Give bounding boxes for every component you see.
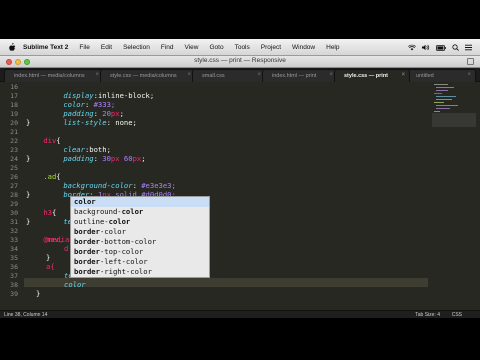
- code-line: }: [46, 253, 51, 262]
- line-number-gutter: 16 17 18 19 20 21 22 23 24 25 26 27 28 2…: [0, 82, 24, 310]
- status-bar: Line 38, Column 14 Tab Size: 4 CSS: [0, 310, 480, 318]
- code-line: }: [26, 190, 31, 199]
- tab-label: style.css — media/columns: [110, 73, 177, 79]
- line-number: 35: [10, 254, 18, 262]
- line-number: 30: [10, 209, 18, 217]
- menu-help[interactable]: Help: [326, 44, 339, 51]
- close-tab-icon[interactable]: ×: [187, 72, 191, 78]
- tab-bar: index.html — media/columns × style.css — …: [0, 68, 480, 82]
- line-number: 36: [10, 263, 18, 271]
- autocomplete-item[interactable]: border-bottom-color: [71, 237, 209, 247]
- line-number: 18: [10, 101, 18, 109]
- line-number: 20: [10, 119, 18, 127]
- css-property: list-style: [63, 118, 107, 127]
- tab-index-html-columns[interactable]: index.html — media/columns ×: [4, 69, 104, 82]
- tab-label: small.css: [202, 73, 225, 79]
- tab-index-html-print[interactable]: index.html — print ×: [262, 69, 338, 82]
- line-number: 28: [10, 191, 18, 199]
- code-line: }: [36, 289, 41, 298]
- menu-tools[interactable]: Tools: [235, 44, 250, 51]
- tab-style-css-print[interactable]: style.css — print ×: [334, 69, 410, 82]
- line-number: 27: [10, 182, 18, 190]
- line-number: 29: [10, 200, 18, 208]
- autocomplete-item[interactable]: border-left-color: [71, 257, 209, 267]
- line-number: 19: [10, 110, 18, 118]
- code-line: a{: [46, 262, 55, 271]
- minimap[interactable]: [432, 82, 476, 142]
- menu-extras: [408, 39, 472, 56]
- css-value: none;: [115, 118, 137, 127]
- tab-label: index.html — print: [272, 73, 317, 79]
- autocomplete-item[interactable]: color: [71, 197, 209, 207]
- video-letterbox-top: [0, 0, 480, 39]
- volume-icon[interactable]: [422, 44, 430, 51]
- line-number: 21: [10, 128, 18, 136]
- line-number: 16: [10, 83, 18, 91]
- line-number: 34: [10, 245, 18, 253]
- mac-menu-bar: Sublime Text 2 File Edit Selection Find …: [0, 39, 480, 56]
- window-titlebar: style.css — print — Responsive: [0, 56, 480, 68]
- menu-goto[interactable]: Goto: [209, 44, 223, 51]
- apple-logo-icon[interactable]: [8, 43, 16, 51]
- menu-file[interactable]: File: [79, 44, 89, 51]
- menu-window[interactable]: Window: [292, 44, 315, 51]
- code-line-current: color: [64, 280, 86, 289]
- line-number: 24: [10, 155, 18, 163]
- list-icon[interactable]: [465, 44, 472, 51]
- close-tab-icon[interactable]: ×: [95, 72, 99, 78]
- close-tab-icon[interactable]: ×: [467, 72, 471, 78]
- line-number: 37: [10, 272, 18, 280]
- tab-label: style.css — print: [344, 73, 389, 79]
- menu-edit[interactable]: Edit: [101, 44, 112, 51]
- menu-selection[interactable]: Selection: [123, 44, 150, 51]
- menu-view[interactable]: View: [185, 44, 199, 51]
- app-menu[interactable]: Sublime Text 2: [23, 44, 68, 51]
- line-number: 23: [10, 146, 18, 154]
- line-number: 22: [10, 137, 18, 145]
- battery-icon[interactable]: [436, 44, 446, 51]
- autocomplete-item[interactable]: outline-color: [71, 217, 209, 227]
- wifi-icon[interactable]: [408, 44, 416, 51]
- code-line: padding: 30px 60px;: [63, 154, 146, 163]
- code-line: }: [26, 118, 31, 127]
- line-number: 33: [10, 236, 18, 244]
- fullscreen-button[interactable]: [467, 58, 474, 65]
- tab-label: index.html — media/columns: [14, 73, 85, 79]
- line-number: 17: [10, 92, 18, 100]
- window-title: style.css — print — Responsive: [194, 57, 286, 64]
- tab-style-css-columns[interactable]: style.css — media/columns ×: [100, 69, 196, 82]
- autocomplete-popup[interactable]: color background-color outline-color bor…: [70, 196, 210, 278]
- line-number: 32: [10, 227, 18, 235]
- line-number: 39: [10, 290, 18, 298]
- close-tab-icon[interactable]: ×: [329, 72, 333, 78]
- line-number: 38: [10, 281, 18, 289]
- css-property: padding: [63, 154, 94, 163]
- code-line: nav,: [46, 235, 64, 244]
- tab-small-css[interactable]: small.css ×: [192, 69, 266, 82]
- autocomplete-item[interactable]: border-right-color: [71, 267, 209, 277]
- tab-label: untitled: [416, 73, 434, 79]
- autocomplete-item[interactable]: border-top-color: [71, 247, 209, 257]
- line-number: 31: [10, 218, 18, 226]
- autocomplete-item[interactable]: background-color: [71, 207, 209, 217]
- tab-untitled[interactable]: untitled ×: [406, 69, 476, 82]
- close-tab-icon[interactable]: ×: [257, 72, 261, 78]
- code-line: }: [26, 217, 31, 226]
- code-line: }: [26, 154, 31, 163]
- video-letterbox-bottom: [0, 318, 480, 360]
- autocomplete-item[interactable]: border-color: [71, 227, 209, 237]
- close-tab-icon[interactable]: ×: [401, 72, 405, 78]
- menu-project[interactable]: Project: [261, 44, 281, 51]
- line-number: 25: [10, 164, 18, 172]
- code-line: d: [64, 244, 69, 253]
- search-icon[interactable]: [452, 44, 459, 51]
- menu-find[interactable]: Find: [161, 44, 174, 51]
- line-number: 26: [10, 173, 18, 181]
